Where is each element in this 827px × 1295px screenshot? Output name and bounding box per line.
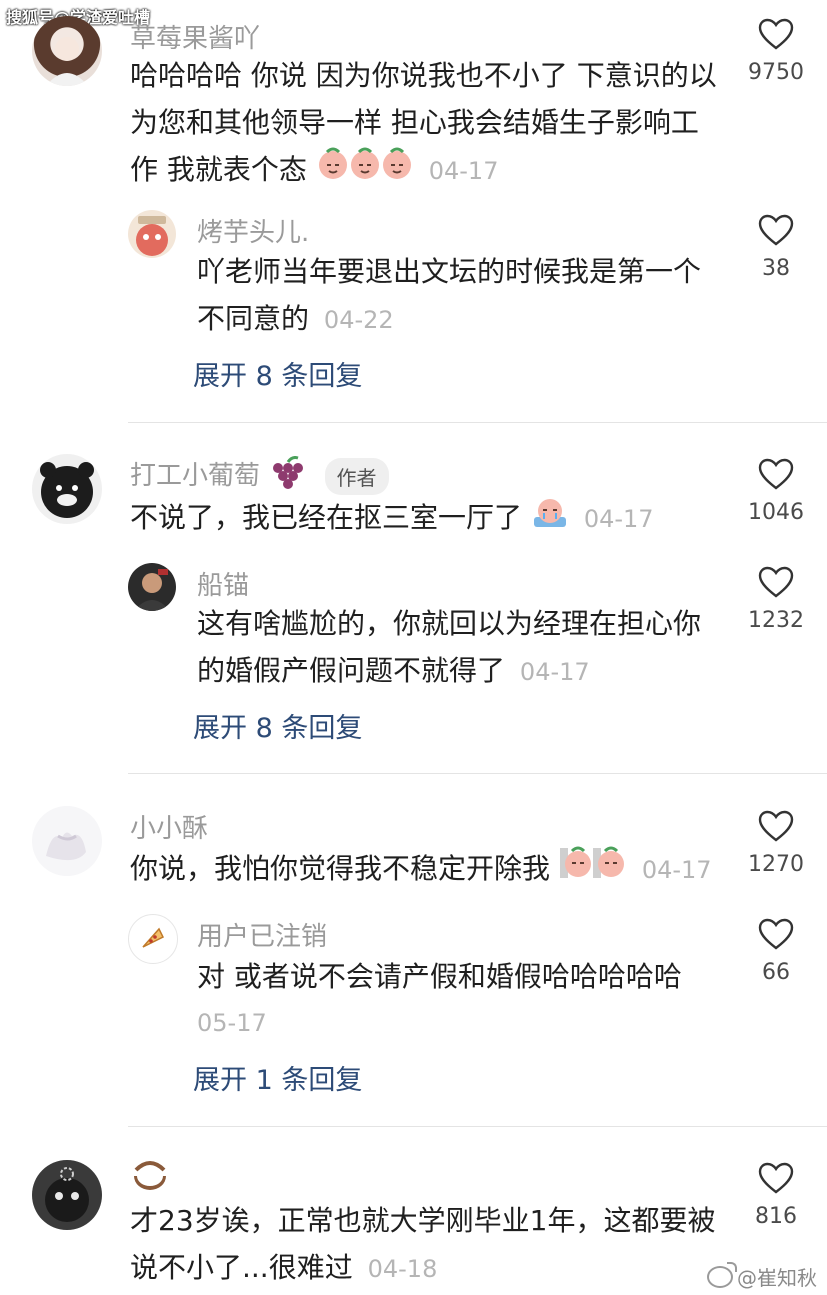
divider	[128, 422, 827, 423]
reply-text: 吖老师当年要退出文坛的时候我是第一个不同意的 04-22	[197, 248, 727, 344]
author-badge: 作者	[324, 458, 389, 495]
reply-text: 这有啥尴尬的，你就回以为经理在担心你的婚假产假问题不就得了 04-17	[197, 600, 727, 696]
reply-avatar[interactable]	[128, 210, 176, 258]
weibo-icon	[707, 1261, 737, 1288]
reply-text: 对 或者说不会请产假和婚假哈哈哈哈哈 05-17	[197, 953, 717, 1047]
comment-text: 哈哈哈哈 你说 因为你说我也不小了 下意识的以为您和其他领导一样 担心我会结婚生…	[130, 52, 720, 195]
divider	[128, 773, 827, 774]
like-button[interactable]: 66	[740, 918, 812, 985]
expand-replies-button[interactable]: 展开 8 条回复	[193, 354, 362, 393]
reply-username[interactable]: 船锚	[197, 565, 249, 602]
reply-date: 04-22	[323, 306, 394, 334]
reply-body: 对 或者说不会请产假和婚假哈哈哈哈哈	[197, 960, 682, 993]
like-count: 816	[755, 1204, 797, 1229]
like-count: 9750	[748, 60, 804, 85]
expand-replies-button[interactable]: 展开 1 条回复	[193, 1058, 362, 1097]
reply-avatar[interactable]	[128, 563, 176, 611]
expand-replies-button[interactable]: 展开 8 条回复	[193, 706, 362, 745]
comment-body: 不说了，我已经在抠三室一厅了	[130, 501, 523, 534]
reply-date: 04-17	[519, 658, 590, 686]
peach-face-emoji	[317, 147, 413, 195]
peach-face-emoji	[559, 846, 626, 894]
like-button[interactable]: 9750	[740, 18, 812, 85]
crying-peach-emoji	[532, 495, 568, 543]
comment-date: 04-18	[367, 1255, 438, 1283]
avatar[interactable]	[32, 1160, 102, 1230]
reply-body: 吖老师当年要退出文坛的时候我是第一个不同意的	[197, 255, 702, 335]
comment-text: 才23岁诶，正常也就大学刚毕业1年，这都要被说不小了...很难过 04-18	[130, 1197, 720, 1293]
avatar[interactable]	[32, 16, 102, 86]
heart-icon	[758, 458, 794, 490]
divider	[128, 1126, 827, 1127]
heart-icon	[758, 566, 794, 598]
heart-icon	[758, 810, 794, 842]
like-count: 1046	[748, 500, 804, 525]
comment-text: 你说，我怕你觉得我不稳定开除我 04-17	[130, 845, 730, 894]
reply-date: 05-17	[197, 1009, 267, 1037]
like-button[interactable]: 1270	[740, 810, 812, 877]
reply-username[interactable]: 烤芋头儿.	[197, 212, 309, 249]
username: 打工小葡萄 作者	[130, 455, 389, 497]
watermark-bottom-text: @崔知秋	[737, 1266, 817, 1290]
reply-body: 这有啥尴尬的，你就回以为经理在担心你的婚假产假问题不就得了	[197, 607, 702, 687]
reply-avatar[interactable]	[128, 914, 178, 964]
heart-icon	[758, 214, 794, 246]
username	[130, 1158, 170, 1197]
comment-text: 不说了，我已经在抠三室一厅了 04-17	[130, 494, 730, 543]
avatar[interactable]	[32, 454, 102, 524]
like-count: 66	[762, 960, 790, 985]
comment-date: 04-17	[583, 505, 654, 533]
like-button[interactable]: 816	[740, 1162, 812, 1229]
like-count: 38	[762, 256, 790, 281]
like-count: 1232	[748, 608, 804, 633]
like-count: 1270	[748, 852, 804, 877]
comment-body: 你说，我怕你觉得我不稳定开除我	[130, 852, 551, 885]
avatar[interactable]	[32, 806, 102, 876]
comment-date: 04-17	[641, 856, 712, 884]
heart-icon	[758, 918, 794, 950]
like-button[interactable]: 1046	[740, 458, 812, 525]
username[interactable]: 小小酥	[130, 808, 208, 845]
grape-icon	[268, 456, 304, 497]
heart-icon	[758, 1162, 794, 1194]
like-button[interactable]: 38	[740, 214, 812, 281]
coconut-icon	[130, 1158, 170, 1197]
comment-body: 哈哈哈哈 你说 因为你说我也不小了 下意识的以为您和其他领导一样 担心我会结婚生…	[130, 59, 717, 186]
username[interactable]: 草莓果酱吖	[130, 18, 260, 55]
username-text[interactable]: 打工小葡萄	[130, 461, 260, 491]
watermark-bottom: @崔知秋	[707, 1261, 817, 1291]
like-button[interactable]: 1232	[740, 566, 812, 633]
reply-username[interactable]: 用户已注销	[197, 916, 327, 953]
heart-icon	[758, 18, 794, 50]
comment-date: 04-17	[428, 157, 499, 185]
